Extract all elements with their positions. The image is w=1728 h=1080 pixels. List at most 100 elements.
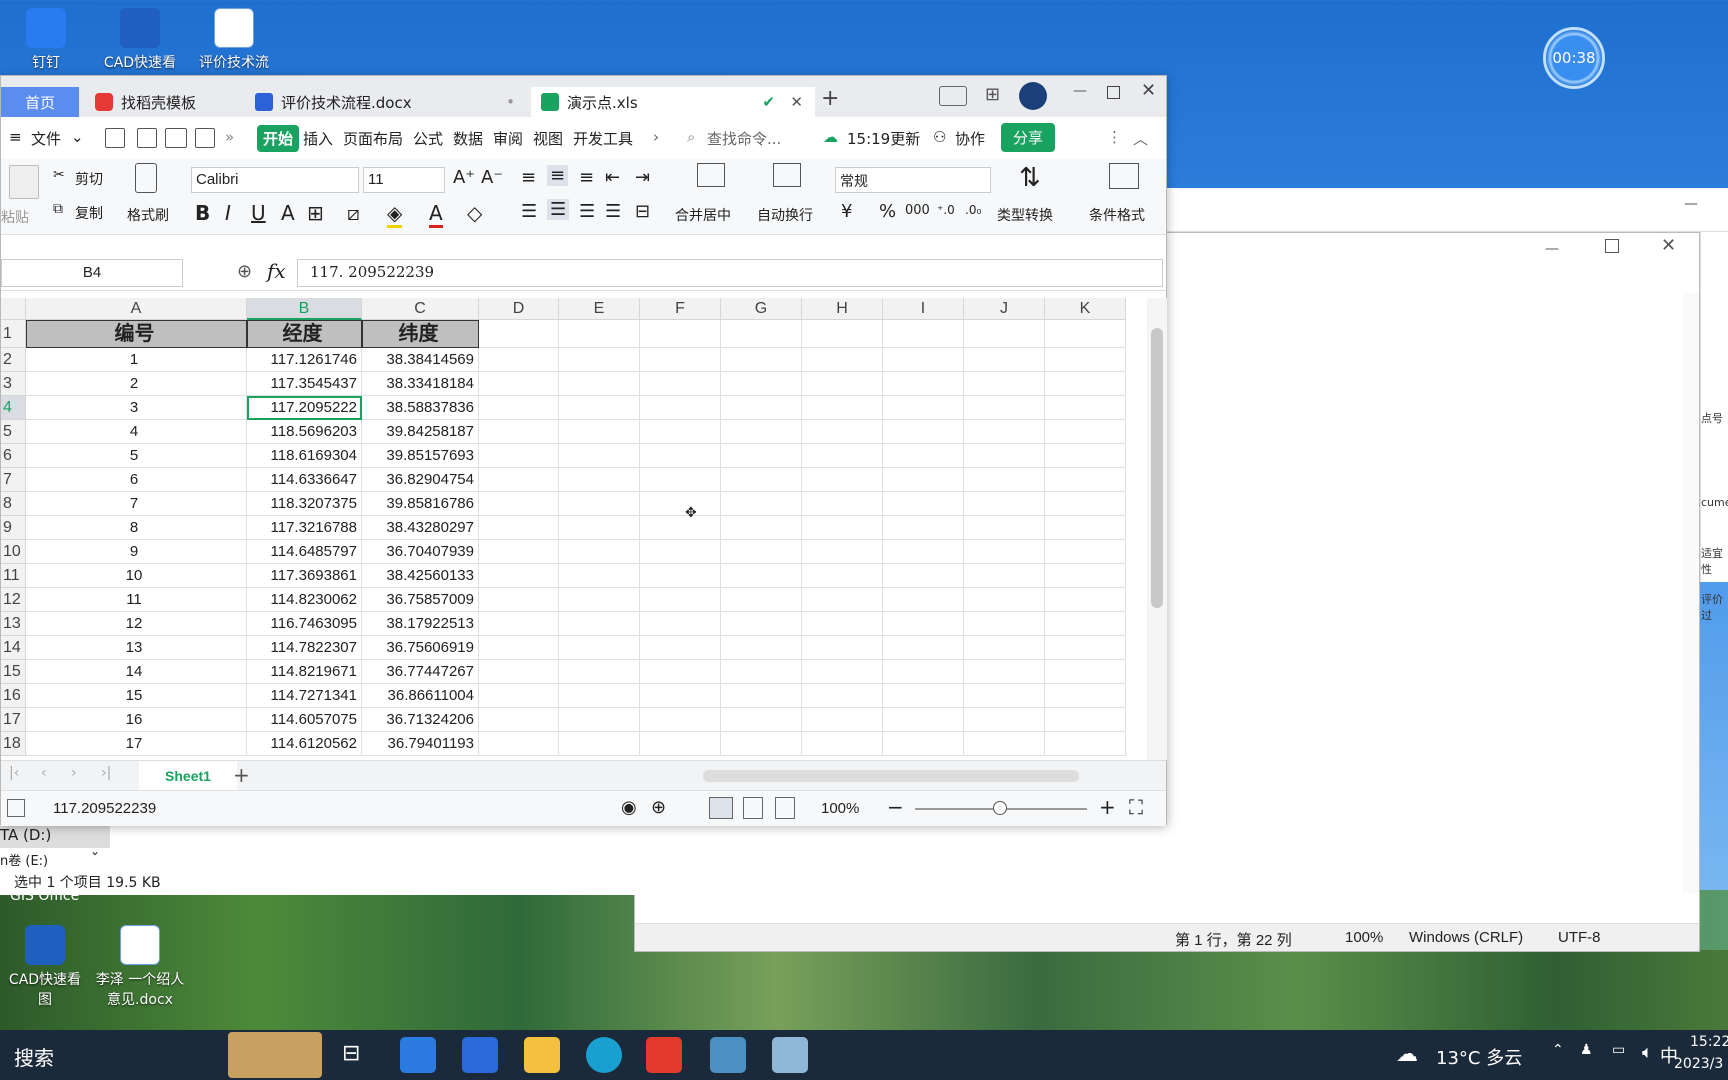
grid-cell[interactable] <box>479 564 559 588</box>
grid-cell[interactable] <box>802 588 883 612</box>
grid-cell[interactable] <box>721 372 802 396</box>
grid-cell[interactable] <box>559 468 640 492</box>
italic-icon[interactable]: I <box>225 201 231 225</box>
page-layout-icon[interactable] <box>743 797 763 819</box>
table-cell[interactable]: 118.6169304 <box>247 444 362 468</box>
notepad-icon[interactable] <box>772 1037 808 1073</box>
grid-cell[interactable] <box>802 660 883 684</box>
increase-font-icon[interactable]: A⁺ <box>453 167 475 188</box>
grid-cell[interactable] <box>883 396 964 420</box>
row-header[interactable]: 18 <box>1 732 26 756</box>
grid-cell[interactable] <box>640 588 721 612</box>
font-size-select[interactable]: 11 <box>363 167 445 193</box>
convert-type-icon[interactable]: ⇅ <box>1019 163 1041 193</box>
desktop-icon-cad-viewer[interactable]: CAD快速看图 <box>2 925 88 1009</box>
scroll-thumb[interactable] <box>1151 328 1163 608</box>
table-cell[interactable]: 39.85157693 <box>362 444 479 468</box>
grid-cell[interactable] <box>479 612 559 636</box>
font-family-select[interactable]: Calibri <box>191 167 359 193</box>
table-cell[interactable]: 12 <box>26 612 247 636</box>
menu-tab-start[interactable]: 开始 <box>257 125 300 152</box>
grid-cell[interactable] <box>1045 320 1126 348</box>
table-cell[interactable]: 7 <box>26 492 247 516</box>
grid-cell[interactable] <box>964 636 1045 660</box>
grid-cell[interactable] <box>883 444 964 468</box>
grid-cell[interactable] <box>640 660 721 684</box>
column-header[interactable]: K <box>1045 298 1126 320</box>
conditional-format-icon[interactable] <box>1109 163 1139 189</box>
network-icon[interactable]: ▭ <box>1612 1042 1625 1058</box>
page-break-icon[interactable] <box>775 797 795 819</box>
table-cell[interactable]: 118.3207375 <box>247 492 362 516</box>
grid-cell[interactable] <box>559 684 640 708</box>
menu-icon[interactable]: ≡ <box>9 128 22 146</box>
last-sheet-icon[interactable]: ›| <box>101 765 111 781</box>
horizontal-scrollbar[interactable] <box>703 770 1079 782</box>
volume-icon[interactable]: 🔈︎ <box>1642 1042 1653 1063</box>
header-cell[interactable]: 编号 <box>26 320 247 348</box>
taskbar-search[interactable]: 搜索 <box>14 1042 54 1071</box>
grid-cell[interactable] <box>802 732 883 756</box>
table-cell[interactable]: 16 <box>26 708 247 732</box>
row-header[interactable]: 11 <box>1 564 26 588</box>
grid-cell[interactable] <box>559 420 640 444</box>
eye-protection-icon[interactable]: ◉ <box>621 797 637 818</box>
fx-icon[interactable]: fx <box>267 259 286 283</box>
wrap-text-icon[interactable] <box>773 163 801 187</box>
table-cell[interactable]: 114.6120562 <box>247 732 362 756</box>
fill-color-icon[interactable]: ◈ <box>387 201 403 228</box>
table-cell[interactable]: 39.84258187 <box>362 420 479 444</box>
grid-cell[interactable] <box>559 516 640 540</box>
chevron-down-icon[interactable]: ⌄ <box>71 128 84 146</box>
format-painter-button[interactable]: 格式刷 <box>127 205 169 225</box>
grid-cell[interactable] <box>479 420 559 444</box>
grid-cell[interactable] <box>964 708 1045 732</box>
table-cell[interactable]: 2 <box>26 372 247 396</box>
grid-cell[interactable] <box>479 516 559 540</box>
grid-cell[interactable] <box>1045 540 1126 564</box>
grid-cell[interactable] <box>640 320 721 348</box>
bold-icon[interactable]: B <box>195 201 210 225</box>
table-cell[interactable]: 4 <box>26 420 247 444</box>
table-cell[interactable]: 13 <box>26 636 247 660</box>
grid-cell[interactable] <box>559 320 640 348</box>
table-cell[interactable]: 114.6336647 <box>247 468 362 492</box>
distributed-icon[interactable]: ⊟ <box>635 201 650 222</box>
grid-cell[interactable] <box>721 612 802 636</box>
row-header[interactable]: 10 <box>1 540 26 564</box>
maximize-icon[interactable] <box>1107 86 1120 99</box>
grid-cell[interactable] <box>883 320 964 348</box>
align-left-icon[interactable]: ☰ <box>521 201 537 222</box>
more-tabs-icon[interactable]: › <box>653 128 659 146</box>
grid-cell[interactable] <box>883 516 964 540</box>
select-all-corner[interactable] <box>1 298 26 320</box>
align-center-icon[interactable]: ☰ <box>547 199 570 220</box>
minimize-icon[interactable]: — <box>1684 196 1698 212</box>
column-header[interactable]: I <box>883 298 964 320</box>
tab-home[interactable]: 首页 <box>1 87 79 117</box>
grid-cell[interactable] <box>964 684 1045 708</box>
decrease-font-icon[interactable]: A⁻ <box>481 167 503 188</box>
desktop-icon-dingtalk[interactable]: 钉钉 <box>4 8 88 72</box>
grid-cell[interactable] <box>640 516 721 540</box>
format-painter-icon[interactable] <box>135 163 157 193</box>
grid-cell[interactable] <box>640 732 721 756</box>
table-cell[interactable]: 117.3216788 <box>247 516 362 540</box>
grid-cell[interactable] <box>559 396 640 420</box>
share-button[interactable]: 分享 <box>1001 123 1056 152</box>
grid-cell[interactable] <box>964 444 1045 468</box>
grid-cell[interactable] <box>479 348 559 372</box>
eraser-icon[interactable]: ◇ <box>467 201 482 225</box>
row-header[interactable]: 4 <box>1 396 26 420</box>
grid-cell[interactable] <box>964 492 1045 516</box>
grid-cell[interactable] <box>883 468 964 492</box>
menu-tab-layout[interactable]: 页面布局 <box>343 128 403 149</box>
grid-cell[interactable] <box>1045 588 1126 612</box>
table-cell[interactable]: 38.58837836 <box>362 396 479 420</box>
grid-cell[interactable] <box>883 540 964 564</box>
tab-xls[interactable]: 演示点.xls ✔ ✕ <box>531 87 815 117</box>
column-header[interactable]: A <box>26 298 247 320</box>
grid-cell[interactable] <box>559 636 640 660</box>
apps-grid-icon[interactable]: ⊞ <box>985 84 1000 105</box>
row-header[interactable]: 16 <box>1 684 26 708</box>
